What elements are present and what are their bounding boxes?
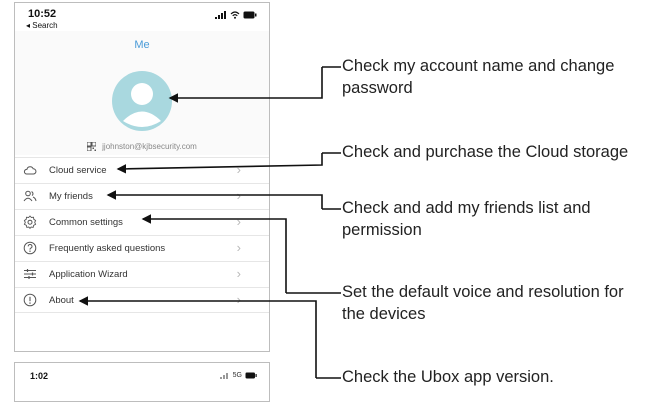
menu-item-label: Frequently asked questions	[49, 243, 166, 254]
callout-about: Check the Ubox app version.	[342, 368, 554, 386]
menu-item-about[interactable]: About ›	[15, 287, 269, 313]
callout-account-line1: Check my account name and change	[342, 57, 615, 75]
phone-screen-me: 10:52 ◂ Search Me jjohnston@kjbsecurity.…	[14, 2, 270, 352]
menu-item-label: Application Wizard	[49, 269, 128, 280]
chevron-right-icon: ›	[236, 162, 241, 177]
menu-item-faq[interactable]: Frequently asked questions ›	[15, 235, 269, 261]
menu-item-cloud-service[interactable]: Cloud service ›	[15, 157, 269, 183]
account-email: jjohnston@kjbsecurity.com	[102, 142, 197, 151]
menu-item-application-wizard[interactable]: Application Wizard ›	[15, 261, 269, 287]
menu-item-label: My friends	[49, 191, 93, 202]
chevron-right-icon: ›	[236, 266, 241, 281]
status-time: 10:52	[28, 8, 57, 20]
gear-icon	[23, 215, 37, 229]
network-label: 5G	[232, 372, 242, 379]
qr-code-icon	[87, 142, 97, 151]
callout-settings: Set the default voice and resolution for…	[342, 281, 624, 325]
status-time: 1:02	[30, 371, 49, 381]
signal-icon	[219, 373, 228, 379]
callout-account-line2: password	[342, 79, 413, 97]
menu-item-label: About	[49, 295, 74, 306]
callout-friends: Check and add my friends list and permis…	[342, 197, 591, 241]
question-icon	[23, 241, 37, 255]
callout-settings-line1: Set the default voice and resolution for	[342, 283, 624, 301]
back-to-search-link[interactable]: ◂ Search	[26, 21, 58, 30]
battery-icon	[243, 11, 257, 19]
battery-icon	[245, 372, 257, 379]
system-icons: 5G	[219, 372, 257, 379]
callout-settings-line2: the devices	[342, 305, 426, 323]
user-avatar-icon	[123, 83, 161, 127]
menu-item-label: Cloud service	[49, 165, 107, 176]
wifi-icon	[230, 11, 240, 19]
sliders-icon	[24, 269, 36, 279]
account-row[interactable]: jjohnston@kjbsecurity.com	[15, 142, 269, 151]
avatar[interactable]	[112, 71, 172, 131]
second-phone-screen: 1:02 5G	[14, 362, 270, 402]
system-icons	[215, 11, 257, 19]
chevron-right-icon: ›	[236, 292, 241, 307]
chevron-right-icon: ›	[236, 240, 241, 255]
info-icon	[23, 293, 37, 307]
cloud-icon	[23, 166, 37, 175]
chevron-right-icon: ›	[236, 214, 241, 229]
settings-menu: Cloud service › My friends › Common sett…	[15, 157, 269, 313]
chevron-right-icon: ›	[236, 188, 241, 203]
callout-cloud: Check and purchase the Cloud storage	[342, 143, 629, 161]
menu-item-common-settings[interactable]: Common settings ›	[15, 209, 269, 235]
status-bar: 10:52 ◂ Search	[15, 3, 269, 31]
callout-friends-line1: Check and add my friends list and	[342, 199, 591, 217]
callout-account: Check my account name and change passwor…	[342, 55, 614, 99]
signal-icon	[215, 11, 226, 19]
callout-friends-line2: permission	[342, 221, 422, 239]
menu-item-label: Common settings	[49, 217, 123, 228]
friends-icon	[23, 190, 37, 202]
page-title: Me	[134, 39, 150, 51]
menu-item-my-friends[interactable]: My friends ›	[15, 183, 269, 209]
